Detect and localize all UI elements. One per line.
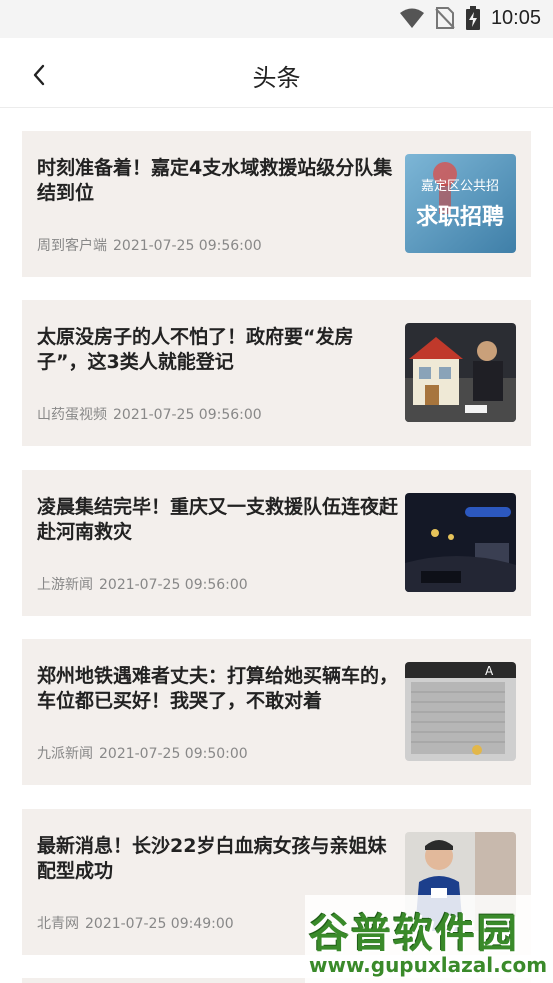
news-thumbnail (405, 493, 516, 592)
news-meta: 北青网 2021-07-25 09:49:00 (37, 913, 234, 933)
news-date: 2021-07-25 09:50:00 (99, 746, 248, 762)
thumb-sign: A (485, 664, 494, 678)
news-date: 2021-07-25 09:56:00 (99, 577, 248, 593)
status-bar: 10:05 (0, 0, 553, 38)
battery-charging-icon (465, 6, 480, 30)
news-source: 山药蛋视频 (37, 407, 107, 423)
status-time: 10:05 (490, 6, 541, 29)
news-meta: 山药蛋视频 2021-07-25 09:56:00 (37, 404, 262, 424)
watermark-name: 谷普软件园 (309, 911, 519, 957)
news-meta: 上游新闻 2021-07-25 09:56:00 (37, 574, 248, 594)
news-card[interactable]: 凌晨集结完毕！重庆又一支救援队伍连夜赶赴河南救灾 上游新闻 2021-07-25 … (22, 470, 531, 616)
news-source: 上游新闻 (37, 577, 93, 593)
news-thumbnail (405, 323, 516, 422)
news-date: 2021-07-25 09:49:00 (85, 916, 234, 932)
watermark: 谷普软件园 www.gupuxlazal.com (305, 895, 553, 983)
news-title: 凌晨集结完毕！重庆又一支救援队伍连夜赶赴河南救灾 (37, 496, 399, 543)
news-title: 时刻准备着！嘉定4支水域救援站级分队集结到位 (37, 157, 393, 204)
news-title: 最新消息！长沙22岁白血病女孩与亲姐妹配型成功 (37, 835, 387, 882)
news-card[interactable]: 时刻准备着！嘉定4支水域救援站级分队集结到位 周到客户端 2021-07-25 0… (22, 131, 531, 277)
wifi-icon (399, 8, 424, 28)
news-date: 2021-07-25 09:56:00 (113, 238, 262, 254)
watermark-url: www.gupuxlazal.com (309, 953, 548, 977)
news-date: 2021-07-25 09:56:00 (113, 407, 262, 423)
news-thumbnail: A (405, 662, 516, 761)
news-source: 北青网 (37, 916, 79, 932)
thumb-caption-top: 嘉定区公共招 (421, 179, 499, 194)
news-source: 九派新闻 (37, 746, 93, 762)
news-meta: 周到客户端 2021-07-25 09:56:00 (37, 235, 262, 255)
status-icons: 10:05 (399, 6, 541, 30)
news-thumbnail: 嘉定区公共招 求职招聘 (405, 154, 516, 253)
news-card[interactable]: 太原没房子的人不怕了！政府要“发房子”，这3类人就能登记 山药蛋视频 2021-0… (22, 300, 531, 446)
thumb-caption-bottom: 求职招聘 (416, 205, 504, 230)
news-title: 郑州地铁遇难者丈夫：打算给她买辆车的，车位都已买好！我哭了，不敢对着 (37, 665, 399, 712)
news-card[interactable]: 郑州地铁遇难者丈夫：打算给她买辆车的，车位都已买好！我哭了，不敢对着 九派新闻 2… (22, 639, 531, 785)
top-bar: 头条 (0, 38, 553, 108)
news-source: 周到客户端 (37, 238, 107, 254)
no-sim-icon (435, 7, 455, 29)
news-meta: 九派新闻 2021-07-25 09:50:00 (37, 743, 248, 763)
news-title: 太原没房子的人不怕了！政府要“发房子”，这3类人就能登记 (37, 326, 354, 373)
page-title: 头条 (252, 64, 301, 92)
